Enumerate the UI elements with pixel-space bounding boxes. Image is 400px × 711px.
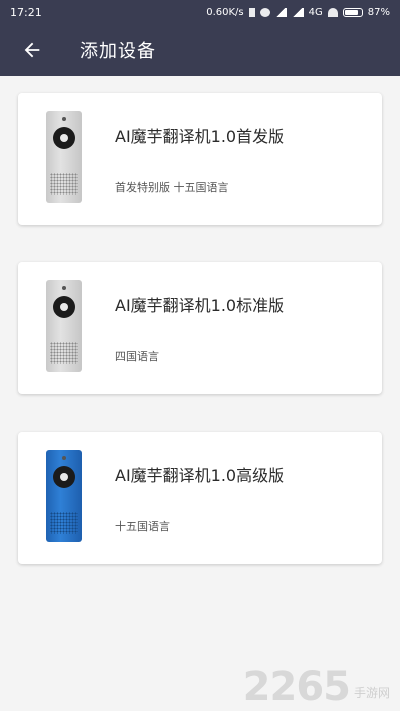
device-card-premium-edition[interactable]: AI魔芋翻译机1.0高级版 十五国语言 (18, 432, 382, 564)
device-description: 十五国语言 (115, 520, 170, 533)
device-image (46, 111, 82, 203)
device-name: AI魔芋翻译机1.0标准版 (115, 296, 285, 315)
status-time: 17:21 (10, 5, 42, 19)
status-indicators: 0.60K/s 4G 87% (206, 7, 390, 18)
battery-icon (342, 7, 363, 17)
page-title: 添加设备 (80, 41, 156, 62)
device-led (62, 456, 66, 460)
network-type: 4G (308, 6, 323, 18)
device-wheel (53, 466, 75, 488)
device-led (62, 117, 66, 121)
alarm-icon (259, 7, 270, 17)
device-speaker (50, 342, 78, 364)
device-speaker (50, 173, 78, 195)
device-description: 首发特别版 十五国语言 (115, 181, 229, 194)
device-card-first-edition[interactable]: AI魔芋翻译机1.0首发版 首发特别版 十五国语言 (18, 93, 382, 225)
device-image (46, 450, 82, 542)
back-arrow-icon (24, 42, 40, 58)
device-card-standard-edition[interactable]: AI魔芋翻译机1.0标准版 四国语言 (18, 262, 382, 394)
battery-level: 87% (367, 6, 390, 18)
watermark-number: 2265 (242, 664, 351, 710)
device-image (46, 280, 82, 372)
wifi-icon (327, 7, 338, 17)
device-description: 四国语言 (115, 350, 159, 363)
device-led (62, 286, 66, 290)
signal-icon (274, 7, 287, 17)
device-wheel (53, 127, 75, 149)
device-name: AI魔芋翻译机1.0首发版 (115, 127, 285, 146)
back-button[interactable] (12, 30, 52, 70)
watermark-suffix: 手游网 (353, 686, 390, 700)
device-wheel (53, 296, 75, 318)
status-bar: 17:21 0.60K/s 4G 87% (0, 0, 400, 24)
signal-icon-2 (291, 7, 304, 17)
bluetooth-icon (248, 7, 255, 17)
device-name: AI魔芋翻译机1.0高级版 (115, 466, 285, 485)
device-speaker (50, 512, 78, 534)
app-bar: 添加设备 (0, 24, 400, 76)
watermark: 2265 手游网 (243, 667, 390, 707)
network-speed: 0.60K/s (206, 6, 244, 18)
